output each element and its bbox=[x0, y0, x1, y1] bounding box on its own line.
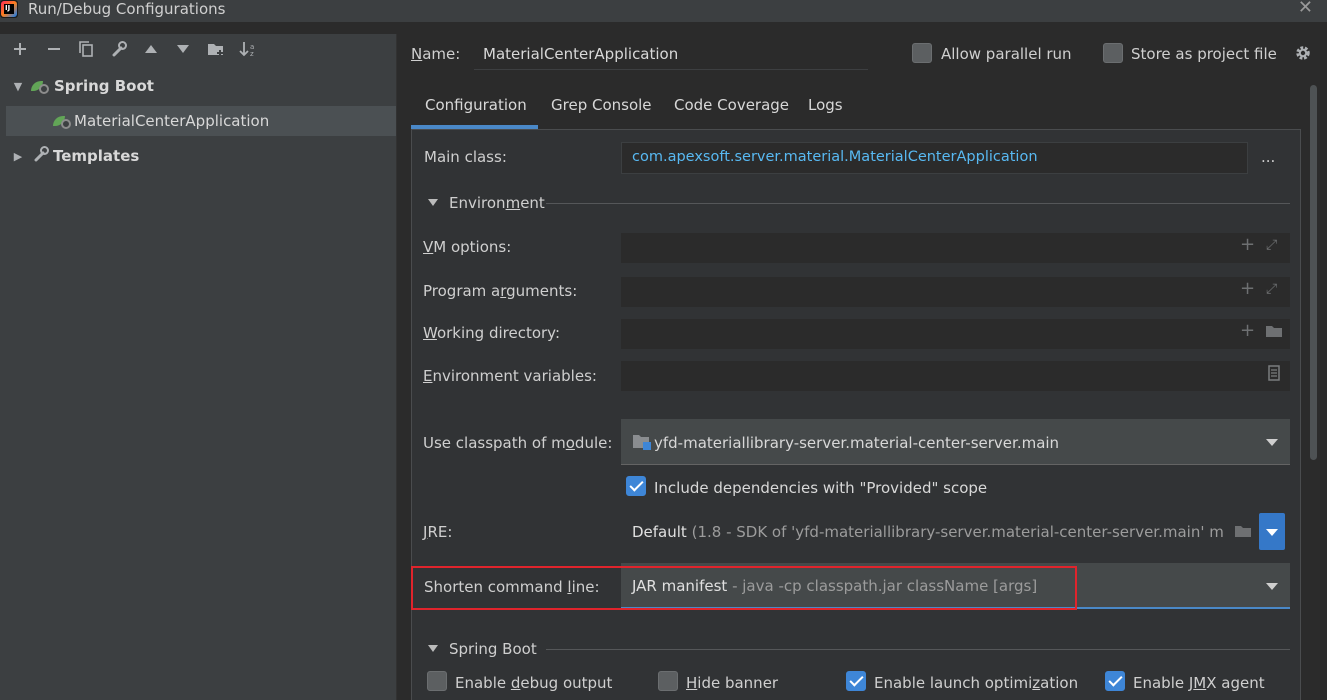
move-down-icon[interactable] bbox=[171, 36, 195, 62]
environment-variables-label: Environment variables: bbox=[423, 367, 597, 385]
move-up-icon[interactable] bbox=[139, 36, 163, 62]
tree-item-label: Templates bbox=[53, 147, 140, 165]
enable-jmx-agent-label: Enable JMX agent bbox=[1133, 674, 1265, 692]
enable-launch-optimization-checkbox[interactable] bbox=[846, 671, 866, 691]
tab-grep-console[interactable]: Grep Console bbox=[551, 96, 652, 114]
module-dropdown-arrow-icon[interactable] bbox=[1266, 439, 1278, 446]
sidebar-toolbar: az bbox=[0, 36, 397, 64]
tab-code-coverage[interactable]: Code Coverage bbox=[674, 96, 789, 114]
enable-jmx-agent-checkbox[interactable] bbox=[1105, 671, 1125, 691]
include-dependencies-checkbox[interactable] bbox=[626, 476, 646, 496]
intellij-app-icon: IJ bbox=[0, 0, 18, 18]
enable-debug-output-label: Enable debug output bbox=[455, 674, 613, 692]
expand-program-arguments-icon[interactable]: ⤢ bbox=[1266, 280, 1277, 298]
name-input[interactable]: MaterialCenterApplication bbox=[483, 45, 678, 63]
spring-boot-icon bbox=[30, 78, 52, 94]
tab-configuration[interactable]: Configuration bbox=[425, 96, 527, 114]
program-arguments-label: Program arguments: bbox=[423, 282, 578, 300]
add-vm-option-icon[interactable]: + bbox=[1240, 236, 1255, 254]
spring-boot-collapse-icon[interactable] bbox=[428, 645, 438, 652]
spring-boot-separator bbox=[546, 649, 1290, 650]
store-as-project-file-checkbox[interactable] bbox=[1103, 43, 1123, 63]
working-directory-input[interactable] bbox=[621, 319, 1290, 349]
main-class-value: com.apexsoft.server.material.MaterialCen… bbox=[632, 149, 1038, 165]
use-classpath-label: Use classpath of module: bbox=[423, 434, 613, 452]
expand-vm-options-icon[interactable]: ⤢ bbox=[1266, 236, 1277, 254]
vm-options-input[interactable] bbox=[621, 233, 1290, 263]
module-folder-icon bbox=[632, 433, 652, 455]
jre-label: JRE: bbox=[423, 523, 453, 541]
red-highlight-annotation bbox=[411, 566, 1077, 610]
wrench-icon bbox=[30, 146, 52, 166]
tree-item-material-center-application[interactable]: MaterialCenterApplication bbox=[6, 106, 396, 136]
program-arguments-input[interactable] bbox=[621, 277, 1290, 307]
move-into-folder-icon[interactable] bbox=[204, 36, 228, 62]
tab-logs[interactable]: Logs bbox=[808, 96, 843, 114]
hide-banner-checkbox[interactable] bbox=[658, 671, 678, 691]
working-directory-label: Working directory: bbox=[423, 324, 561, 342]
environment-separator bbox=[546, 203, 1290, 204]
collapse-arrow-icon[interactable]: ▶ bbox=[10, 150, 26, 163]
include-dependencies-label: Include dependencies with "Provided" sco… bbox=[654, 479, 988, 497]
edit-defaults-wrench-icon[interactable] bbox=[107, 36, 131, 62]
remove-configuration-icon[interactable] bbox=[42, 36, 66, 62]
copy-configuration-icon[interactable] bbox=[74, 36, 98, 62]
store-as-project-file-label: Store as project file bbox=[1131, 45, 1277, 63]
spring-boot-section-title[interactable]: Spring Boot bbox=[449, 640, 537, 658]
browse-main-class-button[interactable]: ... bbox=[1261, 148, 1275, 166]
configuration-panel bbox=[411, 130, 1301, 700]
main-class-label: Main class: bbox=[424, 148, 507, 166]
tree-item-label: Spring Boot bbox=[54, 77, 154, 95]
environment-variables-input[interactable] bbox=[621, 361, 1290, 391]
jre-value-main: Default bbox=[632, 523, 687, 541]
name-label: Name: bbox=[411, 45, 461, 63]
name-input-border bbox=[474, 69, 868, 70]
gear-icon[interactable] bbox=[1294, 44, 1312, 66]
environment-section-title[interactable]: Environment bbox=[449, 194, 545, 212]
chevron-down-icon bbox=[1266, 529, 1278, 536]
svg-text:z: z bbox=[250, 50, 254, 57]
environment-collapse-icon[interactable] bbox=[428, 199, 438, 206]
module-value: yfd-materiallibrary-server.material-cent… bbox=[654, 434, 1060, 452]
tree-item-templates[interactable]: ▶ Templates bbox=[0, 141, 396, 171]
close-icon[interactable]: ✕ bbox=[1298, 0, 1313, 17]
shorten-dropdown-arrow-icon[interactable] bbox=[1266, 583, 1278, 590]
vertical-scrollbar[interactable] bbox=[1310, 85, 1317, 460]
add-working-directory-icon[interactable]: + bbox=[1240, 322, 1255, 340]
enable-debug-output-checkbox[interactable] bbox=[427, 671, 447, 691]
vm-options-label: VM options: bbox=[423, 238, 512, 256]
allow-parallel-run-label: Allow parallel run bbox=[941, 45, 1072, 63]
jre-dropdown-button[interactable] bbox=[1259, 513, 1285, 550]
enable-launch-optimization-label: Enable launch optimization bbox=[874, 674, 1079, 692]
tree-item-label: MaterialCenterApplication bbox=[74, 112, 270, 130]
add-configuration-icon[interactable] bbox=[8, 36, 32, 62]
add-program-argument-icon[interactable]: + bbox=[1240, 280, 1255, 298]
jre-folder-icon[interactable] bbox=[1234, 524, 1252, 542]
sort-configurations-icon[interactable]: az bbox=[237, 36, 261, 62]
expand-arrow-icon[interactable]: ▼ bbox=[10, 80, 26, 93]
window-title: Run/Debug Configurations bbox=[28, 0, 226, 18]
jre-value: Default (1.8 - SDK of 'yfd-materiallibra… bbox=[632, 523, 1229, 541]
hide-banner-label: Hide banner bbox=[686, 674, 779, 692]
allow-parallel-run-checkbox[interactable] bbox=[912, 43, 932, 63]
edit-environment-variables-icon[interactable] bbox=[1268, 365, 1280, 385]
folder-icon[interactable] bbox=[1265, 324, 1283, 342]
spring-boot-app-icon bbox=[52, 113, 74, 129]
active-tab-indicator bbox=[411, 125, 538, 129]
tree-item-spring-boot[interactable]: ▼ Spring Boot bbox=[0, 71, 396, 101]
jre-value-detail: (1.8 - SDK of 'yfd-materiallibrary-serve… bbox=[691, 523, 1224, 541]
